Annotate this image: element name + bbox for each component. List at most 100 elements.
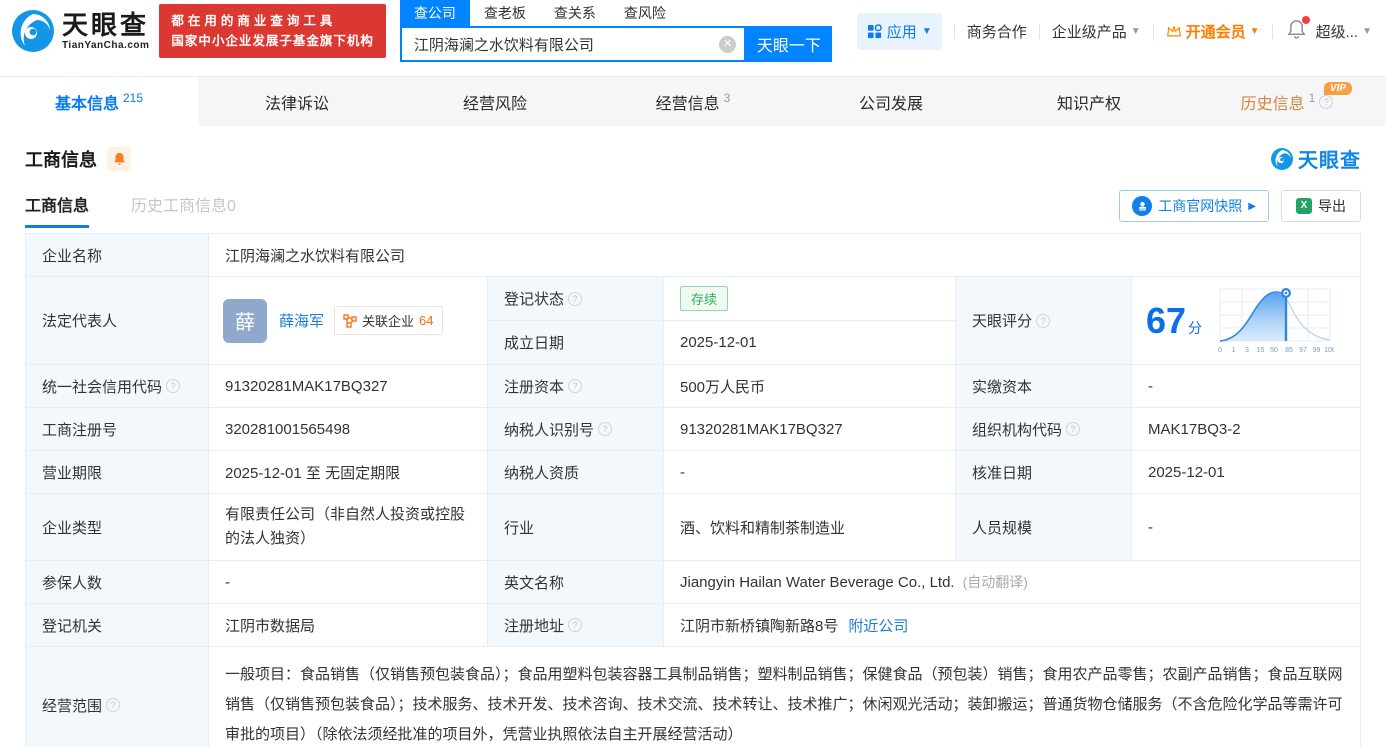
enterprise-label: 企业级产品: [1052, 21, 1127, 42]
reg-capital-label: 注册资本: [504, 376, 564, 397]
help-icon[interactable]: ?: [568, 618, 582, 632]
excel-icon: X: [1296, 198, 1312, 214]
top-nav: 应用 ▼ 商务合作 企业级产品 ▼ 开通会员 ▼: [857, 13, 1372, 50]
nav-cooperation[interactable]: 商务合作: [967, 21, 1027, 42]
tab-operating-risk[interactable]: 经营风险: [396, 77, 594, 126]
search-tab-risk[interactable]: 查风险: [610, 0, 680, 26]
company-type-label: 企业类型: [26, 494, 209, 560]
help-icon[interactable]: ?: [598, 422, 612, 436]
help-icon[interactable]: ?: [568, 379, 582, 393]
subscribe-bell[interactable]: [107, 147, 131, 171]
table-row: 统一社会信用代码 ? 91320281MAK17BQ327 注册资本 ? 500…: [26, 365, 1360, 408]
avatar[interactable]: 薛: [223, 299, 267, 343]
svg-text:0: 0: [1218, 347, 1222, 354]
insured-value: -: [209, 561, 488, 603]
chevron-right-icon: ▶: [1248, 201, 1256, 212]
related-label: 关联企业: [362, 311, 414, 330]
logo-title: 天眼查: [62, 12, 149, 38]
industry-label: 行业: [488, 494, 664, 560]
tab-business-info[interactable]: 经营信息 3: [594, 77, 792, 126]
export-button[interactable]: X 导出: [1281, 190, 1361, 222]
score-distribution-chart: 0 1 3 15 50 85 97 99 100: [1212, 286, 1334, 356]
table-subrow: 成立日期 2025-12-01: [488, 321, 955, 364]
official-snapshot-button[interactable]: 工商官网快照 ▶: [1119, 190, 1269, 222]
nav-account[interactable]: 超级... ▼: [1316, 21, 1372, 42]
nav-open-vip[interactable]: 开通会员 ▼: [1166, 21, 1260, 42]
svg-text:1: 1: [1232, 347, 1236, 354]
related-companies-badge[interactable]: 关联企业 64: [334, 306, 442, 335]
reg-status-value-cell: 存续: [664, 277, 955, 320]
chevron-down-icon: ▼: [1250, 26, 1260, 37]
divider: [954, 24, 955, 39]
brand-name: 天眼查: [1298, 144, 1361, 173]
search-tab-boss[interactable]: 查老板: [470, 0, 540, 26]
search-input[interactable]: [414, 36, 719, 53]
help-icon[interactable]: ?: [166, 379, 180, 393]
company-name-value: 江阴海澜之水饮料有限公司: [209, 234, 1360, 276]
help-icon[interactable]: ?: [1036, 314, 1050, 328]
help-icon[interactable]: ?: [1319, 95, 1333, 109]
apps-menu[interactable]: 应用 ▼: [857, 13, 942, 50]
tab-label: 法律诉讼: [265, 90, 329, 114]
subtab-history-business-info[interactable]: 历史工商信息0: [131, 192, 236, 228]
tab-intellectual-property[interactable]: 知识产权: [990, 77, 1188, 126]
score-marker-pin: [1281, 288, 1291, 298]
legal-rep-link[interactable]: 薛海军: [279, 310, 324, 331]
address-label: 注册地址: [504, 615, 564, 636]
scope-label: 经营范围: [42, 695, 102, 716]
english-name-cell: Jiangyin Hailan Water Beverage Co., Ltd.…: [664, 561, 1360, 603]
promo-line1: 都在用的商业查询工具: [171, 11, 374, 31]
search-tab-relation[interactable]: 查关系: [540, 0, 610, 26]
tab-basic-info[interactable]: 基本信息 215: [0, 77, 198, 126]
taxpayer-no-label: 纳税人识别号: [504, 419, 594, 440]
tyc-swirl-icon: [10, 8, 56, 54]
reg-no-label: 工商注册号: [26, 408, 209, 450]
tab-history-info[interactable]: VIP 历史信息 1 ?: [1188, 77, 1386, 126]
reg-status-label: 登记状态: [504, 288, 564, 309]
status-date-block: 登记状态 ? 存续 成立日期 2025-12-01: [488, 277, 956, 364]
notification-bell[interactable]: [1287, 19, 1306, 43]
tab-company-development[interactable]: 公司发展: [792, 77, 990, 126]
taxpayer-quality-value: -: [664, 451, 956, 493]
address-label-cell: 注册地址 ?: [488, 604, 664, 646]
tab-label: 知识产权: [1057, 90, 1121, 114]
reg-capital-label-cell: 注册资本 ?: [488, 365, 664, 407]
tab-count: 215: [123, 91, 143, 105]
taxpayer-quality-label: 纳税人资质: [488, 451, 664, 493]
search-tab-company[interactable]: 查公司: [400, 0, 470, 26]
apps-label: 应用: [887, 21, 917, 42]
related-count: 64: [419, 313, 433, 328]
help-icon[interactable]: ?: [568, 292, 582, 306]
table-row: 登记机关 江阴市数据局 注册地址 ? 江阴市新桥镇陶新路8号 附近公司: [26, 604, 1360, 647]
tab-count: 3: [724, 91, 731, 105]
notification-dot: [1302, 16, 1310, 24]
tyc-swirl-icon: [1270, 147, 1294, 171]
credit-code-value: 91320281MAK17BQ327: [209, 365, 488, 407]
section-title: 工商信息: [25, 146, 97, 172]
open-vip-label: 开通会员: [1186, 21, 1246, 42]
company-name-label: 企业名称: [26, 234, 209, 276]
auto-translate-note: (自动翻译): [963, 572, 1028, 592]
tab-count: 1: [1309, 91, 1316, 105]
reg-authority-label: 登记机关: [26, 604, 209, 646]
brand-watermark: 天眼查: [1270, 144, 1361, 173]
staff-size-value: -: [1132, 494, 1360, 560]
staff-size-label: 人员规模: [956, 494, 1132, 560]
score-cell[interactable]: 67分: [1132, 277, 1360, 364]
chevron-down-icon: ▼: [1362, 26, 1372, 37]
industry-value: 酒、饮料和精制茶制造业: [664, 494, 956, 560]
tianyancha-logo[interactable]: 天眼查 TianYanCha.com: [10, 8, 149, 54]
score-number: 67分: [1146, 303, 1202, 339]
nav-enterprise[interactable]: 企业级产品 ▼: [1052, 21, 1141, 42]
nearby-companies-link[interactable]: 附近公司: [848, 615, 908, 636]
reg-status-label-cell: 登记状态 ?: [488, 277, 664, 320]
help-icon[interactable]: ?: [1066, 422, 1080, 436]
tab-label: 公司发展: [859, 90, 923, 114]
subtab-business-info[interactable]: 工商信息: [25, 192, 89, 228]
tab-legal[interactable]: 法律诉讼: [198, 77, 396, 126]
svg-text:3: 3: [1245, 347, 1249, 354]
help-icon[interactable]: ?: [106, 698, 120, 712]
search-button[interactable]: 天眼一下: [746, 26, 832, 62]
tab-label: 经营信息: [656, 90, 720, 114]
clear-icon[interactable]: ✕: [719, 36, 736, 53]
